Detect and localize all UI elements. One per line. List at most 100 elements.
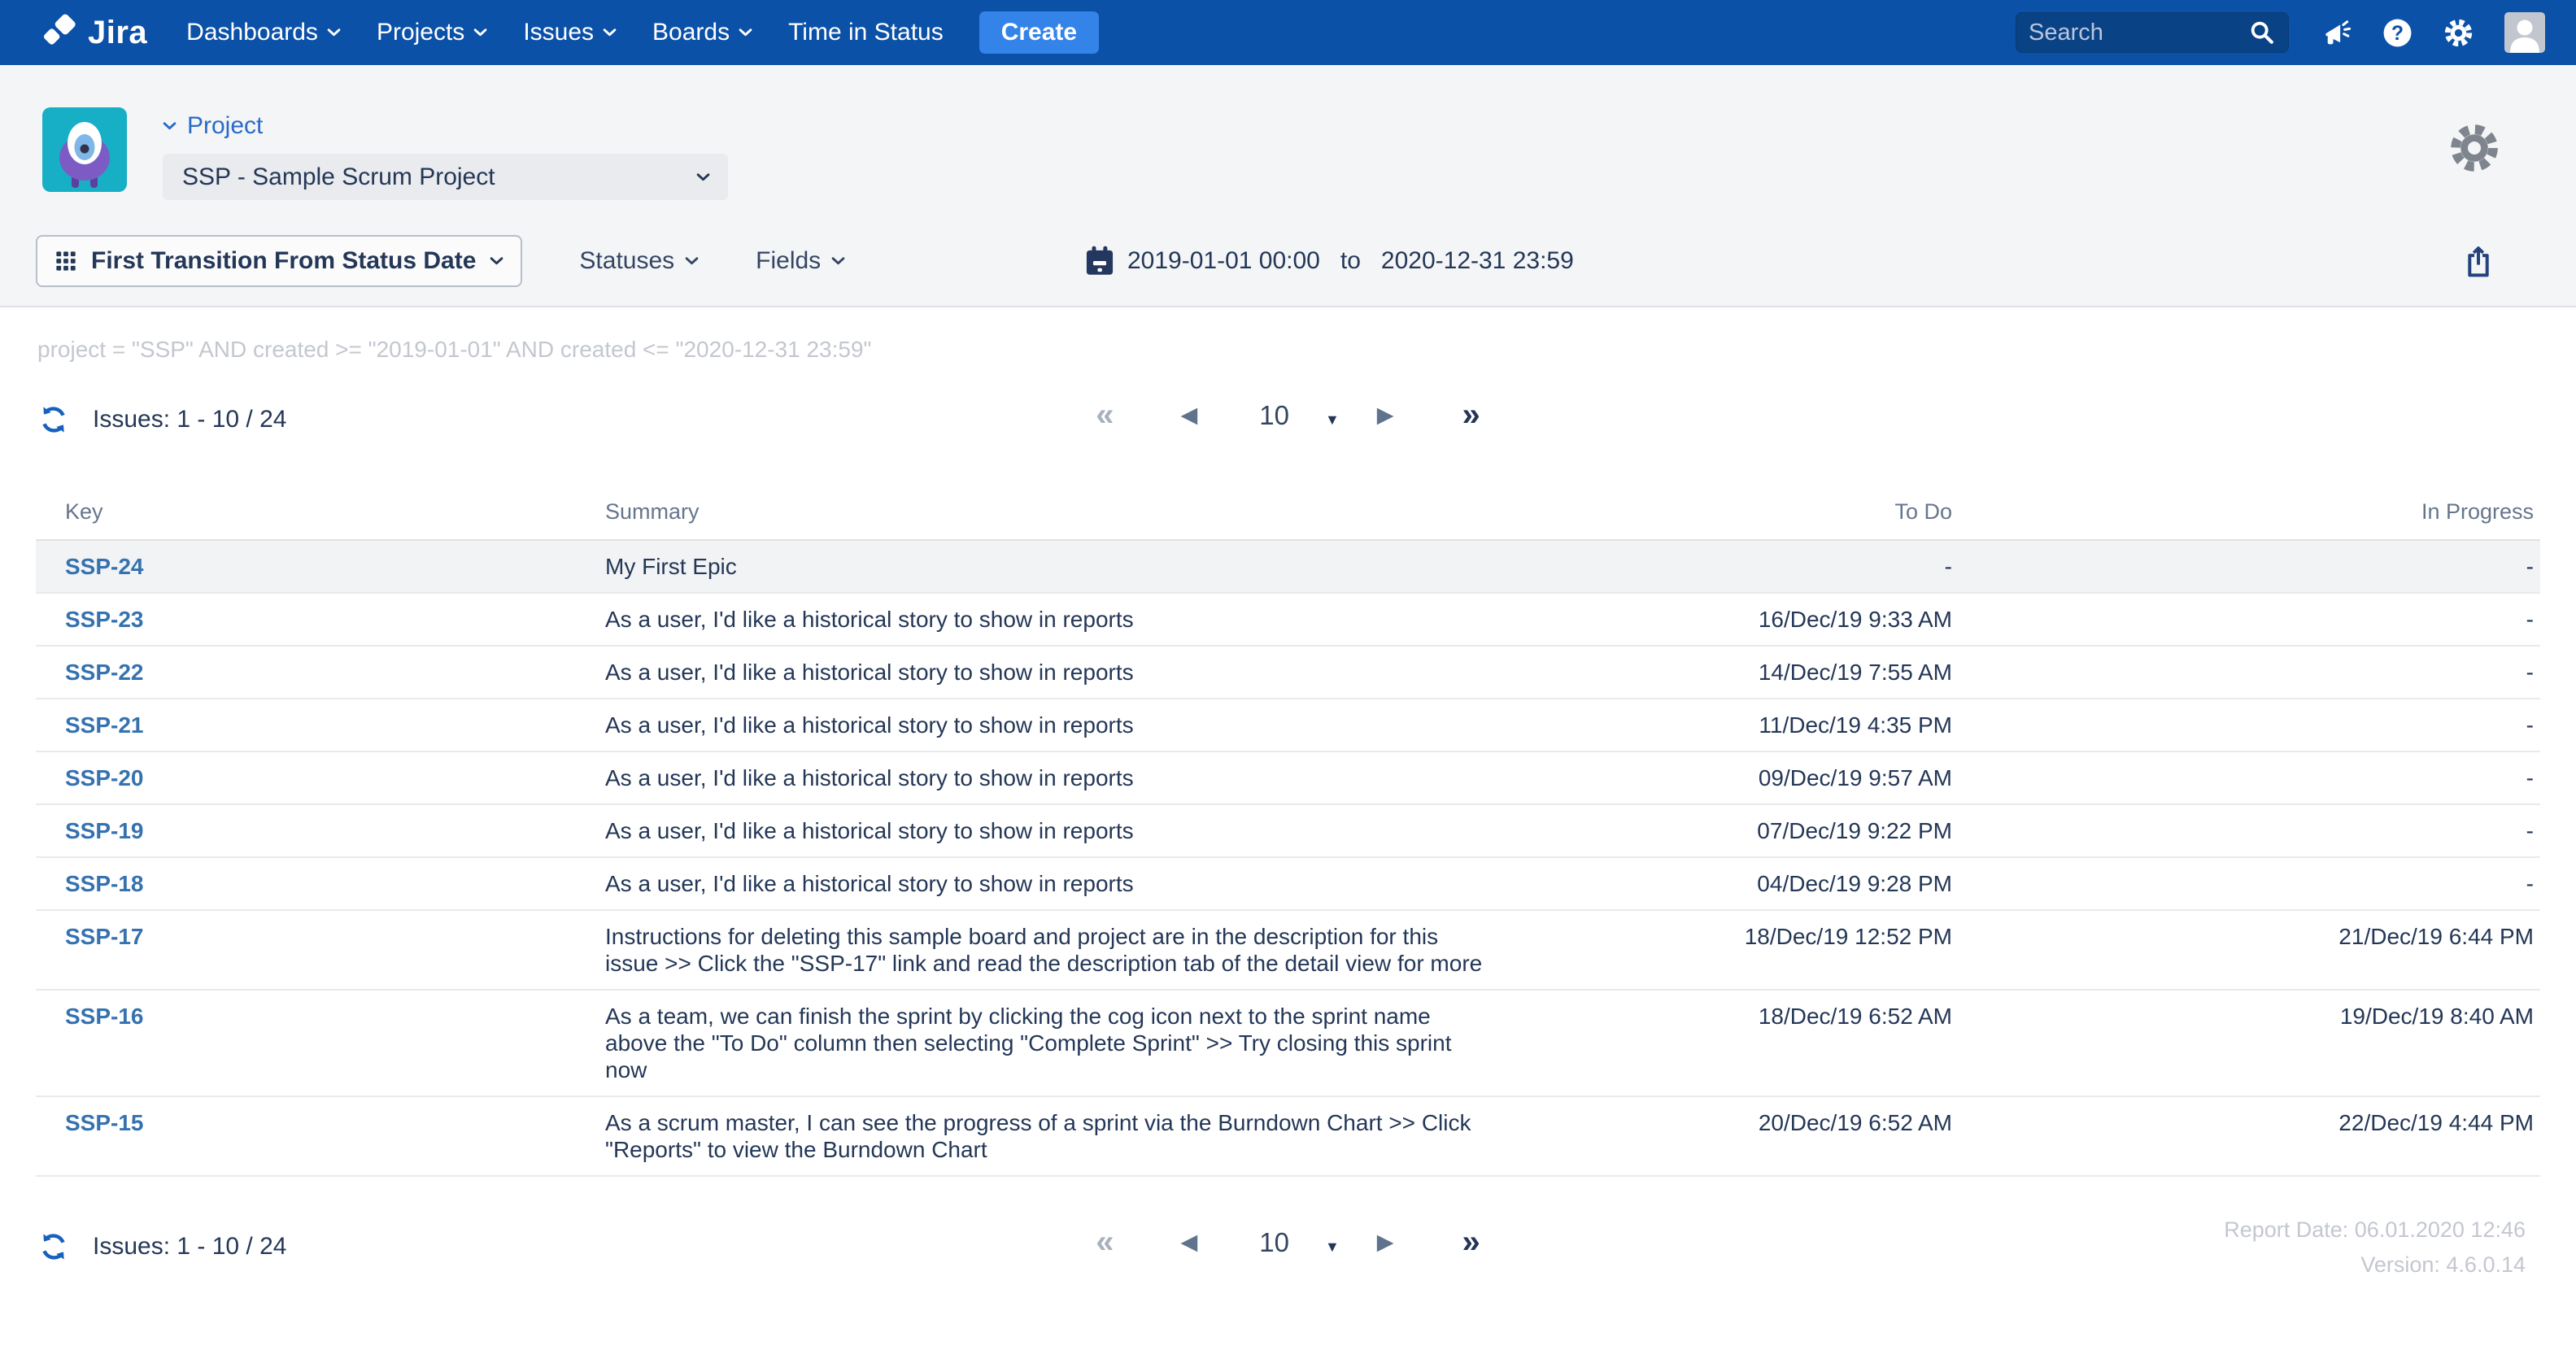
svg-text:?: ? [2391,22,2404,44]
todo-date-cell: 11/Dec/19 4:35 PM [1565,712,1952,738]
issue-key-link[interactable]: SSP-20 [65,765,144,790]
report-settings-gear-icon[interactable] [2448,122,2500,174]
nav-item-dashboards[interactable]: Dashboards [186,19,341,46]
issues-toolbar-bottom: Issues: 1 - 10 / 24 « ◀ 10 ▼ ▶ » Report … [36,1213,2540,1302]
issue-summary-cell: My First Epic [605,553,1565,580]
issue-summary-cell: Instructions for deleting this sample bo… [605,923,1565,977]
pagination-last-button[interactable]: » [1462,398,1480,431]
export-icon[interactable] [2462,244,2495,280]
report-type-dropdown[interactable]: First Transition From Status Date [36,235,522,287]
column-header-in-progress: In Progress [1952,499,2540,525]
create-button[interactable]: Create [979,11,1099,54]
nav-item-time-in-status[interactable]: Time in Status [788,19,944,46]
column-header-summary: Summary [605,499,1565,525]
fields-label: Fields [756,247,821,275]
pagination-first-button[interactable]: « [1096,1226,1114,1258]
help-icon[interactable]: ? [2382,18,2413,48]
project-dropdown-toggle[interactable]: Project [163,112,728,140]
chevron-down-icon [696,173,710,182]
megaphone-icon[interactable] [2321,18,2352,48]
in-progress-date-cell: 21/Dec/19 6:44 PM [1952,923,2540,977]
nav-item-label: Dashboards [186,19,318,46]
issue-key-link[interactable]: SSP-15 [65,1110,144,1135]
jira-logo-icon [41,14,78,51]
project-block: Project SSP - Sample Scrum Project [42,107,728,200]
table-row: SSP-18As a user, I'd like a historical s… [36,858,2540,911]
pagination-prev-button[interactable]: ◀ [1180,1231,1197,1253]
in-progress-date-cell: 19/Dec/19 8:40 AM [1952,1003,2540,1083]
todo-date-cell: 07/Dec/19 9:22 PM [1565,817,1952,844]
issue-key-cell: SSP-23 [36,606,605,633]
search-box[interactable] [2016,12,2289,53]
issues-table-header: Key Summary To Do In Progress [36,499,2540,541]
issue-summary-cell: As a user, I'd like a historical story t… [605,606,1565,633]
pagination-next-button[interactable]: ▶ [1377,1231,1394,1253]
nav-item-issues[interactable]: Issues [523,19,617,46]
report-content: project = "SSP" AND created >= "2019-01-… [0,337,2576,1302]
jira-logo[interactable]: Jira [41,14,147,51]
in-progress-date-cell: - [1952,659,2540,686]
grid-icon [54,250,77,272]
issue-key-link[interactable]: SSP-16 [65,1004,144,1029]
chevron-down-icon [685,257,699,266]
pagination-first-button[interactable]: « [1096,398,1114,431]
pagination-last-button[interactable]: » [1462,1226,1480,1258]
table-row: SSP-17 Instructions for deleting this sam… [36,911,2540,991]
date-from-value: 2019-01-01 00:00 [1127,247,1320,275]
pagination: « ◀ 10 ▼ ▶ » [1096,1226,1480,1258]
project-select[interactable]: SSP - Sample Scrum Project [163,154,728,200]
report-date-label: Report Date: 06.01.2020 12:46 [2224,1213,2526,1248]
report-meta: Report Date: 06.01.2020 12:46 Version: 4… [2224,1213,2526,1282]
date-range-picker[interactable]: 2019-01-01 00:00 to 2020-12-31 23:59 [1084,235,1574,287]
issue-summary-cell: As a user, I'd like a historical story t… [605,712,1565,738]
user-avatar[interactable] [2504,12,2545,53]
page-size-select[interactable]: 10 ▼ [1259,1229,1340,1256]
statuses-dropdown[interactable]: Statuses [579,247,699,275]
todo-date-cell: 09/Dec/19 9:57 AM [1565,764,1952,791]
version-label: Version: 4.6.0.14 [2224,1248,2526,1282]
issue-key-link[interactable]: SSP-18 [65,871,144,896]
in-progress-date-cell: - [1952,870,2540,897]
issue-key-link[interactable]: SSP-21 [65,712,144,738]
issue-summary-cell: As a team, we can finish the sprint by c… [605,1003,1565,1083]
issue-key-cell: SSP-15 [36,1109,605,1163]
issue-key-link[interactable]: SSP-23 [65,607,144,632]
todo-date-cell: 14/Dec/19 7:55 AM [1565,659,1952,686]
table-row: SSP-23 As a user, I'd like a historical s… [36,594,2540,647]
nav-item-projects[interactable]: Projects [377,19,487,46]
statuses-label: Statuses [579,247,674,275]
in-progress-date-cell: - [1952,764,2540,791]
chevron-down-icon [327,28,341,37]
todo-date-cell: 18/Dec/19 6:52 AM [1565,1003,1952,1083]
issues-toolbar-top: Issues: 1 - 10 / 24 « ◀ 10 ▼ ▶ » [36,385,2540,454]
refresh-icon[interactable] [37,1230,70,1263]
pagination-next-button[interactable]: ▶ [1377,404,1394,426]
issue-key-link[interactable]: SSP-24 [65,554,144,579]
issue-summary-cell: As a user, I'd like a historical story t… [605,659,1565,686]
report-type-label: First Transition From Status Date [91,247,476,275]
date-separator: to [1340,247,1361,275]
issue-key-link[interactable]: SSP-22 [65,660,144,685]
chevron-down-icon [739,28,752,37]
table-row: SSP-16 As a team, we can finish the sprin… [36,991,2540,1097]
fields-dropdown[interactable]: Fields [756,247,845,275]
todo-date-cell: 04/Dec/19 9:28 PM [1565,870,1952,897]
chevron-down-icon [163,122,177,131]
gear-icon[interactable] [2443,18,2474,48]
issue-summary-cell: As a user, I'd like a historical story t… [605,817,1565,844]
refresh-icon[interactable] [37,403,70,436]
pagination-prev-button[interactable]: ◀ [1180,404,1197,426]
in-progress-date-cell: - [1952,606,2540,633]
search-input[interactable] [2029,20,2248,46]
page-size-select[interactable]: 10 ▼ [1259,402,1340,429]
issue-key-link[interactable]: SSP-19 [65,818,144,843]
column-header-key: Key [36,499,605,525]
project-label: Project [187,112,263,140]
jql-query-text: project = "SSP" AND created >= "2019-01-… [37,337,2540,363]
issue-key-link[interactable]: SSP-17 [65,924,144,949]
nav-item-boards[interactable]: Boards [652,19,752,46]
search-icon [2248,19,2276,46]
filter-row: First Transition From Status Date Status… [36,235,2540,287]
table-row: SSP-24My First Epic-- [36,541,2540,594]
issue-key-cell: SSP-21 [36,712,605,738]
